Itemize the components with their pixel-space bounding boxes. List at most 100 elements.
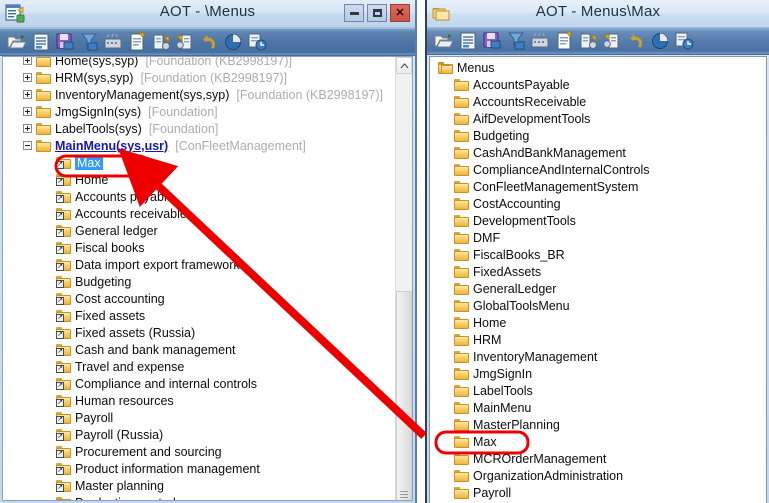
import-icon[interactable] <box>601 30 623 52</box>
tree-item[interactable]: HRM <box>430 331 766 348</box>
compile-icon[interactable] <box>529 30 551 52</box>
tree-item[interactable]: MainMenu <box>430 399 766 416</box>
tree-item[interactable]: AccountsPayable <box>430 76 766 93</box>
undo-icon[interactable] <box>625 30 647 52</box>
folder-icon <box>454 180 469 193</box>
tree-item[interactable]: CashAndBankManagement <box>430 144 766 161</box>
tree-item[interactable]: ↗ Data import export framework <box>3 256 395 273</box>
tree-item-label: MasterPlanning <box>473 417 560 432</box>
undo-icon[interactable] <box>198 31 220 53</box>
tree-item[interactable]: FiscalBooks_BR <box>430 246 766 263</box>
tree-item[interactable]: Max <box>430 433 766 450</box>
shortcut-folder-icon: ↗ <box>56 377 71 390</box>
tree-item[interactable]: AccountsReceivable <box>430 93 766 110</box>
tree-item[interactable]: ↗ Accounts payable <box>3 188 395 205</box>
tree-item[interactable]: FixedAssets <box>430 263 766 280</box>
tree-item[interactable]: ↗ Accounts receivable <box>3 205 395 222</box>
tree-item[interactable]: InventoryManagement <box>430 348 766 365</box>
tree-item[interactable]: LabelTools(sys) [Foundation] <box>3 120 395 137</box>
folder-icon <box>454 333 469 346</box>
filter-icon[interactable] <box>505 30 527 52</box>
filter-icon[interactable] <box>78 31 100 53</box>
tree-item[interactable]: ↗ Payroll <box>3 409 395 426</box>
import-icon[interactable] <box>174 31 196 53</box>
expand-toggle-plus[interactable] <box>23 107 32 116</box>
close-button[interactable]: ✕ <box>390 4 410 22</box>
right-tree[interactable]: Menus AccountsPayable AccountsReceivable Ai… <box>430 57 766 503</box>
tree-item-layer-meta: [Foundation] <box>148 121 219 136</box>
tree-item[interactable]: ↗ Procurement and sourcing <box>3 443 395 460</box>
tree-item[interactable]: AifDevelopmentTools <box>430 110 766 127</box>
tree-item[interactable]: LabelTools <box>430 382 766 399</box>
folder-icon <box>454 418 469 431</box>
open-icon[interactable] <box>6 31 28 53</box>
tree-item[interactable]: ↗ Fixed assets (Russia) <box>3 324 395 341</box>
open-icon[interactable] <box>433 30 455 52</box>
left-tree-pane: Home(sys,syp) [Foundation (KB2998197)] HRM… <box>2 56 413 501</box>
export-icon[interactable] <box>150 31 172 53</box>
tree-item[interactable]: ↗ Compliance and internal controls <box>3 375 395 392</box>
expand-toggle-minus[interactable] <box>23 141 32 150</box>
expand-toggle-plus[interactable] <box>23 90 32 99</box>
tree-item[interactable]: MasterPlanning <box>430 416 766 433</box>
tree-item[interactable]: ComplianceAndInternalControls <box>430 161 766 178</box>
scroll-up-button[interactable] <box>396 57 412 74</box>
compile-icon[interactable] <box>102 31 124 53</box>
expand-toggle-plus[interactable] <box>23 73 32 82</box>
tree-item[interactable]: InventoryManagement(sys,syp) [Foundation … <box>3 86 395 103</box>
maximize-button[interactable] <box>367 4 387 22</box>
tree-item[interactable]: ↗ Fixed assets <box>3 307 395 324</box>
tree-item[interactable]: ↗ Cost accounting <box>3 290 395 307</box>
tree-item[interactable]: ↗ Payroll (Russia) <box>3 426 395 443</box>
new-document-icon[interactable] <box>126 31 148 53</box>
tree-item[interactable]: GlobalToolsMenu <box>430 297 766 314</box>
tree-item[interactable]: ↗ Budgeting <box>3 273 395 290</box>
history-icon[interactable] <box>246 31 268 53</box>
save-icon[interactable] <box>54 31 76 53</box>
scrollbar-thumb[interactable] <box>396 291 412 500</box>
tree-item[interactable]: MainMenu(sys,usr) [ConFleetManagement] <box>3 137 395 154</box>
properties-icon[interactable] <box>457 30 479 52</box>
tree-item[interactable]: Home <box>430 314 766 331</box>
minimize-button[interactable] <box>344 4 364 22</box>
tree-item[interactable]: HRM(sys,syp) [Foundation (KB2998197)] <box>3 69 395 86</box>
tree-item[interactable]: ↗ Cash and bank management <box>3 341 395 358</box>
tree-item[interactable]: ↗ Home <box>3 171 395 188</box>
pie-chart-icon[interactable] <box>222 31 244 53</box>
left-tree[interactable]: Home(sys,syp) [Foundation (KB2998197)] HRM… <box>3 57 395 500</box>
tree-item[interactable]: JmgSignIn <box>430 365 766 382</box>
expand-toggle-plus[interactable] <box>23 124 32 133</box>
tree-item[interactable]: OrganizationAdministration <box>430 467 766 484</box>
tree-item[interactable]: Payroll <box>430 484 766 501</box>
expand-toggle-plus[interactable] <box>23 57 32 65</box>
tree-item[interactable]: GeneralLedger <box>430 280 766 297</box>
tree-item[interactable]: ↗ Production control <box>3 494 395 500</box>
save-icon[interactable] <box>481 30 503 52</box>
right-tree-pane: Menus AccountsPayable AccountsReceivable Ai… <box>429 56 767 503</box>
tree-item[interactable]: ↗ Product information management <box>3 460 395 477</box>
history-icon[interactable] <box>673 30 695 52</box>
properties-icon[interactable] <box>30 31 52 53</box>
tree-item[interactable]: ↗ Master planning <box>3 477 395 494</box>
left-titlebar[interactable]: AOT - \Menus ✕ <box>0 0 415 28</box>
tree-item[interactable]: Budgeting <box>430 127 766 144</box>
tree-item[interactable]: ↗ Max <box>3 154 395 171</box>
right-titlebar[interactable]: AOT - Menus\Max <box>427 0 769 27</box>
left-window-controls: ✕ <box>344 4 410 22</box>
tree-item[interactable]: Home(sys,syp) [Foundation (KB2998197)] <box>3 57 395 69</box>
tree-item[interactable]: JmgSignIn(sys) [Foundation] <box>3 103 395 120</box>
new-document-icon[interactable] <box>553 30 575 52</box>
tree-item[interactable]: MCROrderManagement <box>430 450 766 467</box>
tree-item[interactable]: ↗ Human resources <box>3 392 395 409</box>
tree-item[interactable]: ConFleetManagementSystem <box>430 178 766 195</box>
tree-item[interactable]: CostAccounting <box>430 195 766 212</box>
pie-chart-icon[interactable] <box>649 30 671 52</box>
tree-item[interactable]: ↗ General ledger <box>3 222 395 239</box>
export-icon[interactable] <box>577 30 599 52</box>
left-vertical-scrollbar[interactable] <box>395 57 412 500</box>
tree-item[interactable]: ↗ Fiscal books <box>3 239 395 256</box>
tree-item[interactable]: ↗ Travel and expense <box>3 358 395 375</box>
tree-item[interactable]: DMF <box>430 229 766 246</box>
tree-item[interactable]: DevelopmentTools <box>430 212 766 229</box>
tree-item[interactable]: Menus <box>430 59 766 76</box>
